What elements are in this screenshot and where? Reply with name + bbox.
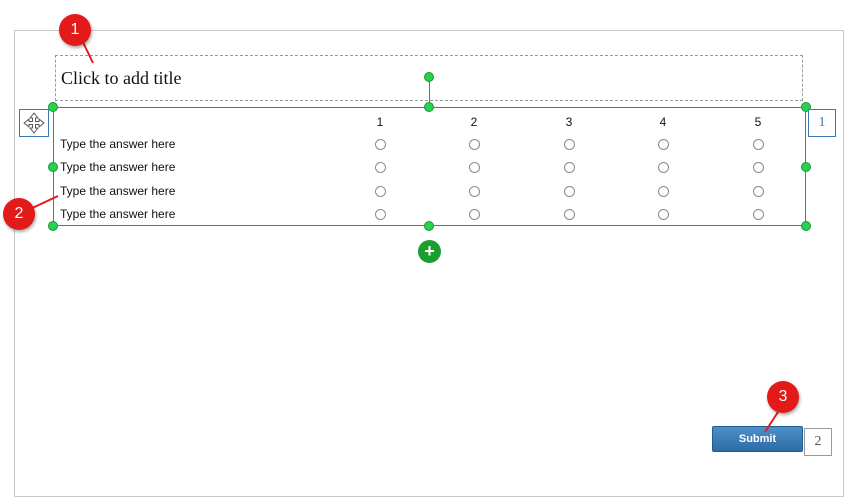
resize-handle-left[interactable] — [48, 162, 58, 172]
radio-option[interactable] — [375, 139, 386, 150]
title-placeholder-text: Click to add title — [61, 68, 182, 88]
radio-option[interactable] — [753, 162, 764, 173]
radio-option[interactable] — [564, 209, 575, 220]
resize-handle-right[interactable] — [801, 162, 811, 172]
column-header: 3 — [565, 115, 573, 129]
column-header: 4 — [659, 115, 667, 129]
radio-option[interactable] — [469, 139, 480, 150]
radio-option[interactable] — [564, 139, 575, 150]
answer-row-label[interactable]: Type the answer here — [60, 160, 175, 174]
resize-handle-bottom-right[interactable] — [801, 221, 811, 231]
radio-option[interactable] — [658, 139, 669, 150]
radio-option[interactable] — [753, 139, 764, 150]
radio-option[interactable] — [753, 209, 764, 220]
radio-option[interactable] — [658, 162, 669, 173]
move-arrows-icon — [23, 112, 45, 134]
rotation-handle[interactable] — [424, 72, 434, 82]
radio-option[interactable] — [564, 186, 575, 197]
move-handle[interactable] — [19, 109, 49, 137]
radio-option[interactable] — [469, 209, 480, 220]
annotation-marker-2: 2 — [3, 198, 35, 230]
radio-option[interactable] — [658, 209, 669, 220]
column-header: 2 — [470, 115, 478, 129]
submit-button[interactable]: Submit — [712, 426, 803, 452]
add-row-button[interactable]: + — [418, 240, 441, 263]
answer-row-label[interactable]: Type the answer here — [60, 207, 175, 221]
resize-handle-bottom[interactable] — [424, 221, 434, 231]
annotation-marker-3: 3 — [767, 381, 799, 413]
radio-option[interactable] — [753, 186, 764, 197]
resize-handle-top[interactable] — [424, 102, 434, 112]
question-order-badge: 1 — [808, 109, 836, 137]
radio-option[interactable] — [469, 162, 480, 173]
column-header: 1 — [376, 115, 384, 129]
radio-option[interactable] — [375, 186, 386, 197]
resize-handle-bottom-left[interactable] — [48, 221, 58, 231]
radio-option[interactable] — [469, 186, 480, 197]
answer-row-label[interactable]: Type the answer here — [60, 184, 175, 198]
plus-circle-icon: + — [424, 241, 435, 261]
submit-order-badge: 2 — [804, 428, 832, 456]
answer-row-label[interactable]: Type the answer here — [60, 137, 175, 151]
radio-option[interactable] — [564, 162, 575, 173]
likert-question-table[interactable]: 1 2 3 4 5 Type the answer here Type the … — [53, 107, 806, 226]
radio-option[interactable] — [658, 186, 669, 197]
annotation-marker-1: 1 — [59, 14, 91, 46]
resize-handle-top-left[interactable] — [48, 102, 58, 112]
column-header: 5 — [754, 115, 762, 129]
radio-option[interactable] — [375, 162, 386, 173]
radio-option[interactable] — [375, 209, 386, 220]
